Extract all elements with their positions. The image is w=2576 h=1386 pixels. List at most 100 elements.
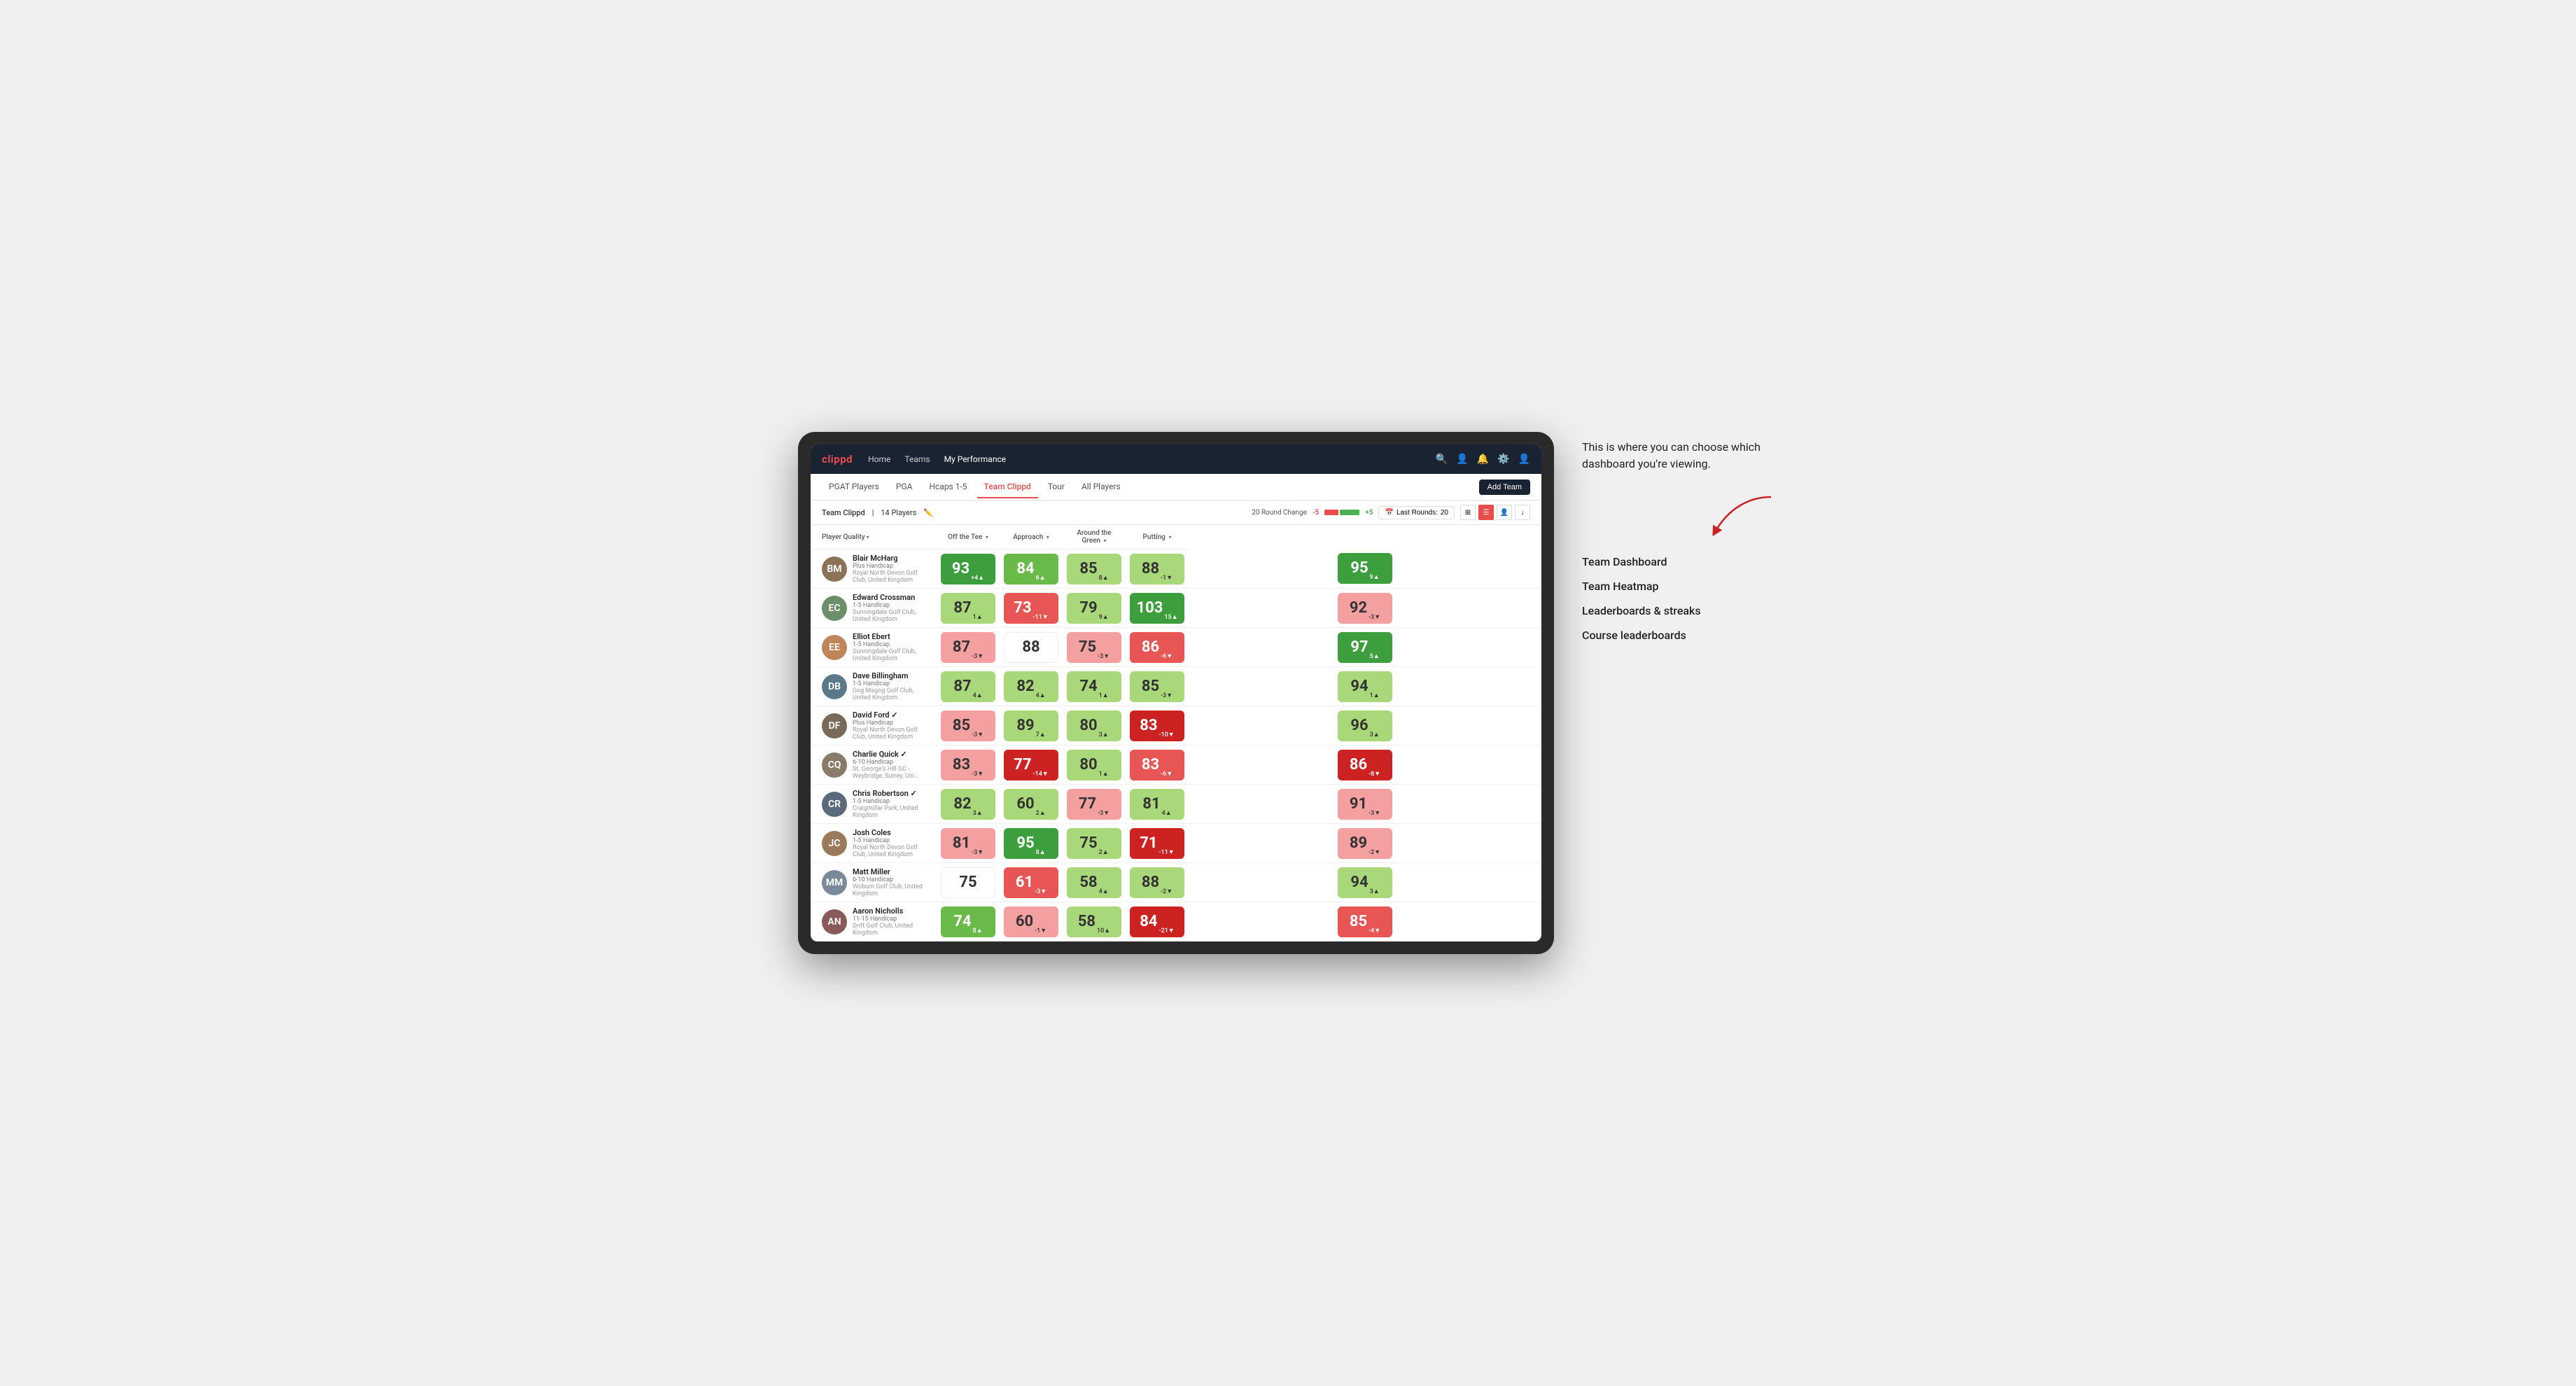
- score-cell-6-0[interactable]: 823▲: [937, 785, 1000, 824]
- table-row[interactable]: EEElliot Ebert1-5 HandicapSunningdale Go…: [811, 628, 1541, 667]
- score-cell-9-0[interactable]: 748▲: [937, 902, 1000, 941]
- score-cell-4-4[interactable]: 963▲: [1189, 706, 1541, 746]
- settings-icon[interactable]: ⚙️: [1497, 454, 1509, 465]
- score-cell-4-1[interactable]: 897▲: [1000, 706, 1063, 746]
- score-cell-4-0[interactable]: 85-3▼: [937, 706, 1000, 746]
- score-cell-2-2[interactable]: 75-3▼: [1063, 628, 1126, 667]
- score-value: 87: [953, 679, 971, 694]
- table-row[interactable]: CQCharlie Quick ✓6-10 HandicapSt. George…: [811, 746, 1541, 785]
- score-cell-8-2[interactable]: 584▲: [1063, 863, 1126, 902]
- score-cell-1-1[interactable]: 73-11▼: [1000, 589, 1063, 628]
- player-cell-6[interactable]: CRChris Robertson ✓1-5 HandicapCraigmill…: [811, 785, 937, 824]
- score-cell-1-4[interactable]: 92-3▼: [1189, 589, 1541, 628]
- score-cell-2-1[interactable]: 88: [1000, 628, 1063, 667]
- score-cell-0-3[interactable]: 88-1▼: [1126, 550, 1189, 589]
- search-icon[interactable]: 🔍: [1436, 454, 1448, 465]
- score-cell-7-2[interactable]: 752▲: [1063, 824, 1126, 863]
- subnav-allplayers[interactable]: All Players: [1074, 476, 1128, 498]
- avatar-icon[interactable]: 👤: [1518, 454, 1530, 465]
- table-row[interactable]: DBDave Billingham1-5 HandicapGog Magog G…: [811, 667, 1541, 706]
- score-cell-9-4[interactable]: 85-4▼: [1189, 902, 1541, 941]
- player-cell-4[interactable]: DFDavid Ford ✓Plus HandicapRoyal North D…: [811, 706, 937, 746]
- score-cell-7-3[interactable]: 71-11▼: [1126, 824, 1189, 863]
- view-list-button[interactable]: ☰: [1478, 505, 1494, 520]
- score-cell-0-2[interactable]: 858▲: [1063, 550, 1126, 589]
- score-cell-7-4[interactable]: 89-2▼: [1189, 824, 1541, 863]
- score-cell-6-4[interactable]: 91-3▼: [1189, 785, 1541, 824]
- col-header-putting[interactable]: Putting ▾: [1126, 525, 1189, 550]
- score-cell-3-3[interactable]: 85-3▼: [1126, 667, 1189, 706]
- last-rounds-button[interactable]: 📅 Last Rounds: 20: [1378, 506, 1455, 519]
- score-cell-2-0[interactable]: 87-3▼: [937, 628, 1000, 667]
- score-cell-8-1[interactable]: 61-3▼: [1000, 863, 1063, 902]
- player-quality-header[interactable]: Player Quality ▾: [822, 533, 931, 541]
- player-cell-7[interactable]: JCJosh Coles1-5 HandicapRoyal North Devo…: [811, 824, 937, 863]
- score-cell-1-2[interactable]: 799▲: [1063, 589, 1126, 628]
- score-cell-2-3[interactable]: 86-6▼: [1126, 628, 1189, 667]
- score-cell-6-1[interactable]: 602▲: [1000, 785, 1063, 824]
- score-cell-3-1[interactable]: 824▲: [1000, 667, 1063, 706]
- score-cell-5-0[interactable]: 83-3▼: [937, 746, 1000, 785]
- subnav-tour[interactable]: Tour: [1041, 476, 1072, 498]
- score-cell-8-4[interactable]: 943▲: [1189, 863, 1541, 902]
- score-cell-5-2[interactable]: 801▲: [1063, 746, 1126, 785]
- nav-link-home[interactable]: Home: [867, 451, 892, 467]
- player-cell-2[interactable]: EEElliot Ebert1-5 HandicapSunningdale Go…: [811, 628, 937, 667]
- score-cell-0-1[interactable]: 846▲: [1000, 550, 1063, 589]
- score-cell-4-3[interactable]: 83-10▼: [1126, 706, 1189, 746]
- table-row[interactable]: ANAaron Nicholls11-15 HandicapDrift Golf…: [811, 902, 1541, 941]
- player-cell-9[interactable]: ANAaron Nicholls11-15 HandicapDrift Golf…: [811, 902, 937, 941]
- table-row[interactable]: JCJosh Coles1-5 HandicapRoyal North Devo…: [811, 824, 1541, 863]
- score-cell-3-0[interactable]: 874▲: [937, 667, 1000, 706]
- view-grid-button[interactable]: ⊞: [1460, 505, 1476, 520]
- score-cell-7-1[interactable]: 958▲: [1000, 824, 1063, 863]
- view-person-button[interactable]: 👤: [1497, 505, 1512, 520]
- score-cell-9-2[interactable]: 5810▲: [1063, 902, 1126, 941]
- score-cell-3-2[interactable]: 741▲: [1063, 667, 1126, 706]
- score-cell-4-2[interactable]: 803▲: [1063, 706, 1126, 746]
- player-cell-0[interactable]: BMBlair McHargPlus HandicapRoyal North D…: [811, 550, 937, 589]
- table-row[interactable]: ECEdward Crossman1-5 HandicapSunningdale…: [811, 589, 1541, 628]
- col-header-approach[interactable]: Approach ▾: [1000, 525, 1063, 550]
- score-cell-1-3[interactable]: 10315▲: [1126, 589, 1189, 628]
- col-header-offthetee[interactable]: Off the Tee ▾: [937, 525, 1000, 550]
- nav-link-teams[interactable]: Teams: [903, 451, 931, 467]
- score-cell-5-1[interactable]: 77-14▼: [1000, 746, 1063, 785]
- table-row[interactable]: BMBlair McHargPlus HandicapRoyal North D…: [811, 550, 1541, 589]
- user-icon[interactable]: 👤: [1456, 454, 1468, 465]
- score-box: 92-3▼: [1338, 593, 1392, 624]
- score-cell-7-0[interactable]: 81-3▼: [937, 824, 1000, 863]
- score-cell-9-3[interactable]: 84-21▼: [1126, 902, 1189, 941]
- player-cell-1[interactable]: ECEdward Crossman1-5 HandicapSunningdale…: [811, 589, 937, 628]
- subnav-hcaps[interactable]: Hcaps 1-5: [922, 476, 974, 498]
- add-team-button[interactable]: Add Team: [1479, 479, 1530, 495]
- score-cell-6-3[interactable]: 814▲: [1126, 785, 1189, 824]
- table-row[interactable]: CRChris Robertson ✓1-5 HandicapCraigmill…: [811, 785, 1541, 824]
- table-row[interactable]: DFDavid Ford ✓Plus HandicapRoyal North D…: [811, 706, 1541, 746]
- score-cell-8-3[interactable]: 88-2▼: [1126, 863, 1189, 902]
- score-cell-6-2[interactable]: 77-3▼: [1063, 785, 1126, 824]
- score-cell-0-0[interactable]: 93+4▲: [937, 550, 1000, 589]
- player-cell-5[interactable]: CQCharlie Quick ✓6-10 HandicapSt. George…: [811, 746, 937, 785]
- subnav-pgat[interactable]: PGAT Players: [822, 476, 886, 498]
- score-cell-8-0[interactable]: 75: [937, 863, 1000, 902]
- player-cell-8[interactable]: MMMatt Miller6-10 HandicapWoburn Golf Cl…: [811, 863, 937, 902]
- nav-link-myperformance[interactable]: My Performance: [943, 451, 1008, 467]
- col-header-aroundgreen[interactable]: Around the Green ▾: [1063, 525, 1126, 550]
- subnav-teamclippd[interactable]: Team Clippd: [977, 476, 1038, 498]
- score-cell-3-4[interactable]: 941▲: [1189, 667, 1541, 706]
- score-cell-5-3[interactable]: 83-6▼: [1126, 746, 1189, 785]
- player-cell-3[interactable]: DBDave Billingham1-5 HandicapGog Magog G…: [811, 667, 937, 706]
- subnav-pga[interactable]: PGA: [889, 476, 920, 498]
- view-download-button[interactable]: ↓: [1515, 505, 1530, 520]
- score-change: -3▼: [1161, 692, 1172, 699]
- table-row[interactable]: MMMatt Miller6-10 HandicapWoburn Golf Cl…: [811, 863, 1541, 902]
- score-cell-5-4[interactable]: 86-8▼: [1189, 746, 1541, 785]
- score-cell-0-4[interactable]: 959▲: [1189, 550, 1541, 589]
- score-cell-2-4[interactable]: 975▲: [1189, 628, 1541, 667]
- edit-icon[interactable]: ✏️: [923, 508, 933, 517]
- score-change: 1▲: [973, 613, 983, 621]
- score-cell-1-0[interactable]: 871▲: [937, 589, 1000, 628]
- bell-icon[interactable]: 🔔: [1477, 454, 1489, 465]
- score-cell-9-1[interactable]: 60-1▼: [1000, 902, 1063, 941]
